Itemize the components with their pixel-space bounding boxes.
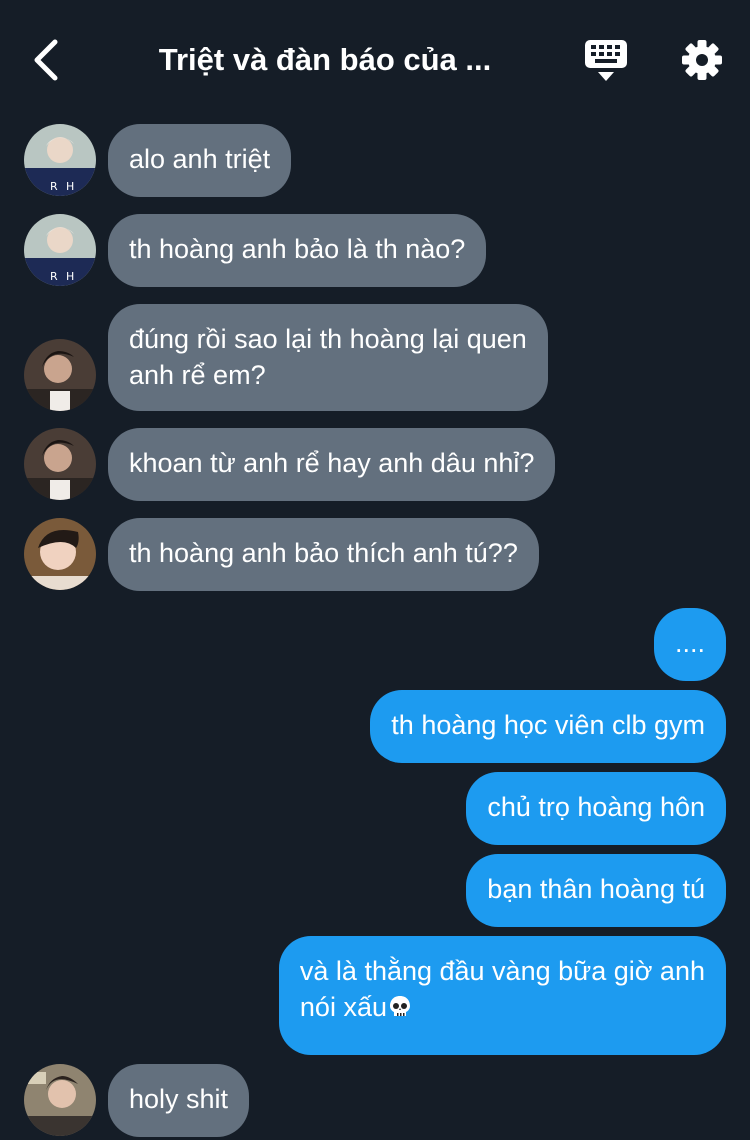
settings-button[interactable] — [680, 38, 724, 82]
message-bubble-incoming[interactable]: holy shit — [108, 1064, 250, 1137]
message-text: khoan từ anh rể hay anh dâu nhỉ? — [129, 448, 535, 478]
message-bubble-incoming[interactable]: th hoàng anh bảo là th nào? — [108, 214, 487, 287]
conversation-title[interactable]: Triệt và đàn báo của ... — [110, 38, 540, 82]
message-bubble-incoming[interactable]: khoan từ anh rể hay anh dâu nhỉ? — [108, 428, 556, 501]
message-text: .... — [674, 628, 705, 658]
avatar[interactable]: R H — [24, 124, 96, 196]
message-bubble-outgoing[interactable]: bạn thân hoàng tú — [466, 854, 726, 927]
svg-text:H: H — [66, 270, 74, 283]
avatar[interactable] — [24, 518, 96, 590]
message-bubble-outgoing[interactable]: và là thằng đầu vàng bữa giờ anh nói xấu — [278, 936, 726, 1055]
message-text: alo anh triệt — [129, 144, 271, 174]
message-text: holy shit — [129, 1084, 229, 1114]
back-button[interactable] — [26, 38, 66, 82]
keyboard-toggle-button[interactable] — [582, 38, 630, 84]
message-text-line: nói xấu — [300, 989, 705, 1025]
svg-text:R: R — [50, 270, 58, 283]
svg-text:R: R — [50, 180, 58, 193]
chat-header: Triệt và đàn báo của ... — [0, 0, 750, 118]
message-bubble-outgoing[interactable]: .... — [653, 608, 726, 681]
message-text: chủ trọ hoàng hôn — [487, 792, 705, 822]
message-text: bạn thân hoàng tú — [487, 874, 705, 904]
skull-emoji-icon — [389, 996, 410, 1016]
message-text-line: và là thằng đầu vàng bữa giờ anh — [299, 956, 705, 986]
avatar[interactable]: R H — [24, 214, 96, 286]
keyboard-icon — [585, 40, 627, 81]
message-bubble-outgoing[interactable]: th hoàng học viên clb gym — [370, 690, 726, 763]
message-bubble-incoming[interactable]: th hoàng anh bảo thích anh tú?? — [108, 518, 539, 591]
gear-icon — [682, 40, 722, 80]
chevron-left-icon — [34, 39, 58, 81]
avatar[interactable] — [24, 339, 96, 411]
message-text: th hoàng học viên clb gym — [391, 710, 705, 740]
message-text-line: anh rể em? — [129, 360, 266, 390]
avatar[interactable] — [24, 428, 96, 500]
message-text: th hoàng anh bảo thích anh tú?? — [129, 538, 518, 568]
message-text: th hoàng anh bảo là th nào? — [129, 234, 466, 264]
avatar[interactable] — [24, 1064, 96, 1136]
message-text-fragment: nói xấu — [299, 992, 387, 1022]
svg-text:H: H — [66, 180, 74, 193]
message-bubble-incoming[interactable]: đúng rồi sao lại th hoàng lại quen anh r… — [108, 304, 548, 411]
message-bubble-incoming[interactable]: alo anh triệt — [108, 124, 292, 197]
message-text-line: đúng rồi sao lại th hoàng lại quen — [129, 324, 527, 354]
message-bubble-outgoing[interactable]: chủ trọ hoàng hôn — [466, 772, 726, 845]
